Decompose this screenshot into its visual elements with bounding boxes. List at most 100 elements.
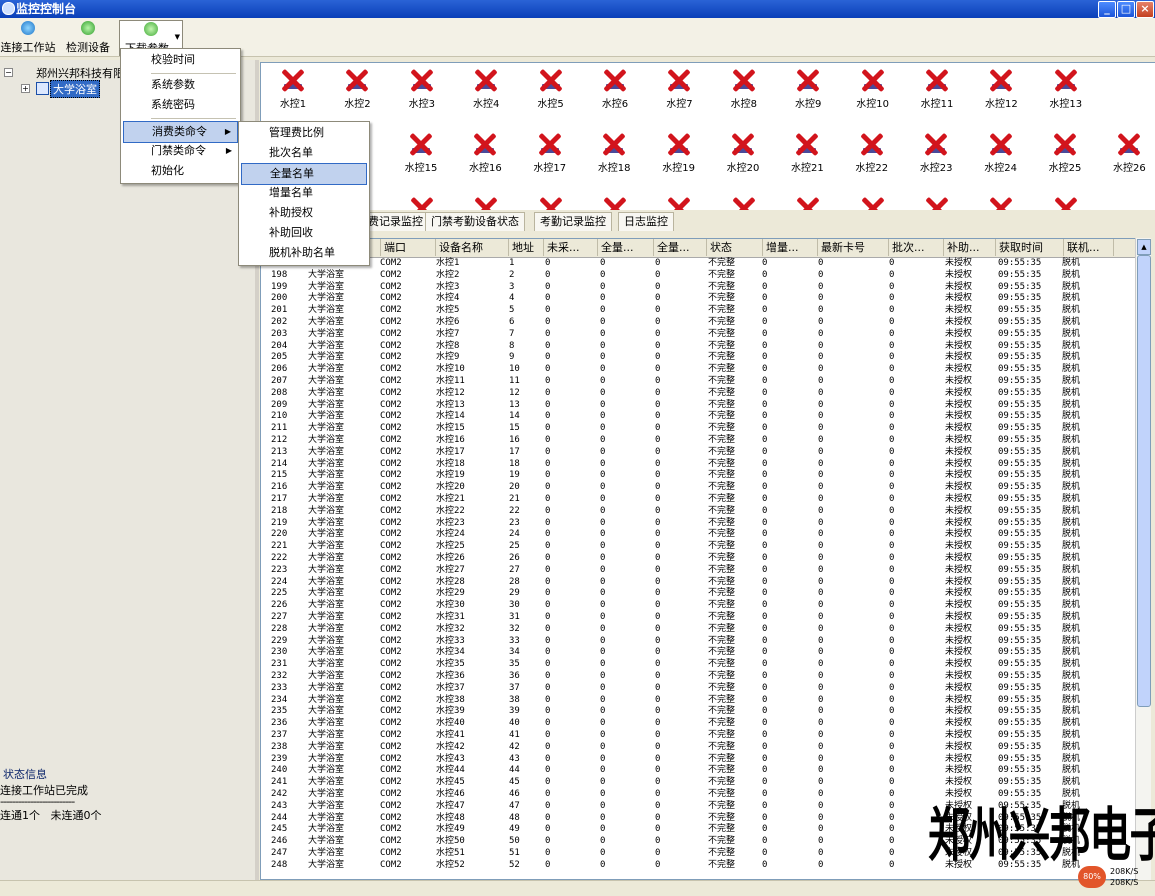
table-row[interactable]: 208 大学浴室 COM2 水控12 12 0 0 0 不完整 0 0 0 未授权 09:55:35 脱机 <box>261 388 1136 400</box>
device-tile[interactable]: 水控4 <box>456 68 516 110</box>
table-row[interactable]: 232 大学浴室 COM2 水控36 36 0 0 0 不完整 0 0 0 未授权 09:55:35 脱机 <box>261 671 1136 683</box>
menu-item-subsidy-recover[interactable]: 补助回收 <box>241 223 367 243</box>
column-header[interactable]: 全量... <box>598 239 654 256</box>
device-tile[interactable]: 水控9 <box>778 68 838 110</box>
table-row[interactable]: 216 大学浴室 COM2 水控20 20 0 0 0 不完整 0 0 0 未授权 09:55:35 脱机 <box>261 482 1136 494</box>
device-tile[interactable]: 水控23 <box>906 132 966 174</box>
device-tile[interactable]: 水控7 <box>649 68 709 110</box>
menu-item-subsidy-authorize[interactable]: 补助授权 <box>241 203 367 223</box>
detect-device-button[interactable]: 检测设备 <box>62 20 114 54</box>
table-row[interactable]: 239 大学浴室 COM2 水控43 43 0 0 0 不完整 0 0 0 未授权 09:55:35 脱机 <box>261 754 1136 766</box>
table-row[interactable]: 219 大学浴室 COM2 水控23 23 0 0 0 不完整 0 0 0 未授权 09:55:35 脱机 <box>261 518 1136 530</box>
dropdown-arrow-icon[interactable]: ▼ <box>175 33 180 41</box>
device-tile[interactable]: 水控10 <box>843 68 903 110</box>
device-tile[interactable]: 水控22 <box>842 132 902 174</box>
tab-log-monitor[interactable]: 日志监控 <box>618 212 674 231</box>
column-header[interactable]: 设备名称 <box>436 239 509 256</box>
device-tile[interactable]: 水控5 <box>521 68 581 110</box>
table-row[interactable]: 210 大学浴室 COM2 水控14 14 0 0 0 不完整 0 0 0 未授权 09:55:35 脱机 <box>261 411 1136 423</box>
collapse-icon[interactable]: − <box>4 68 13 77</box>
column-header[interactable]: 补助... <box>944 239 996 256</box>
scroll-thumb[interactable] <box>1137 255 1151 707</box>
table-row[interactable]: 233 大学浴室 COM2 水控37 37 0 0 0 不完整 0 0 0 未授权 09:55:35 脱机 <box>261 683 1136 695</box>
table-row[interactable]: 234 大学浴室 COM2 水控38 38 0 0 0 不完整 0 0 0 未授权 09:55:35 脱机 <box>261 695 1136 707</box>
table-row[interactable]: 224 大学浴室 COM2 水控28 28 0 0 0 不完整 0 0 0 未授权 09:55:35 脱机 <box>261 577 1136 589</box>
device-tile[interactable]: 水控12 <box>971 68 1031 110</box>
table-row[interactable]: 199 大学浴室 COM2 水控3 3 0 0 0 不完整 0 0 0 未授权 09:55:35 脱机 <box>261 282 1136 294</box>
table-row[interactable]: 235 大学浴室 COM2 水控39 39 0 0 0 不完整 0 0 0 未授权 09:55:35 脱机 <box>261 706 1136 718</box>
table-row[interactable]: 240 大学浴室 COM2 水控44 44 0 0 0 不完整 0 0 0 未授权 09:55:35 脱机 <box>261 765 1136 777</box>
column-header[interactable]: 最新卡号 <box>818 239 889 256</box>
table-row[interactable]: 220 大学浴室 COM2 水控24 24 0 0 0 不完整 0 0 0 未授权 09:55:35 脱机 <box>261 529 1136 541</box>
menu-item-full-list[interactable]: 全量名单 <box>241 163 367 185</box>
device-tile[interactable]: 水控1 <box>263 68 323 110</box>
table-row[interactable]: 227 大学浴室 COM2 水控31 31 0 0 0 不完整 0 0 0 未授权 09:55:35 脱机 <box>261 612 1136 624</box>
tree-root[interactable]: 郑州兴邦科技有限 <box>36 65 124 81</box>
column-header[interactable]: 未采... <box>544 239 598 256</box>
menu-item-management-fee[interactable]: 管理费比例 <box>241 123 367 143</box>
connect-workstation-button[interactable]: 连接工作站 <box>0 20 56 54</box>
device-tile[interactable]: 水控13 <box>1036 68 1096 110</box>
device-tile[interactable]: 水控25 <box>1035 132 1095 174</box>
device-tile[interactable]: 水控15 <box>391 132 451 174</box>
tab-access-device-status[interactable]: 门禁考勤设备状态 <box>425 212 525 231</box>
table-row[interactable]: 201 大学浴室 COM2 水控5 5 0 0 0 不完整 0 0 0 未授权 09:55:35 脱机 <box>261 305 1136 317</box>
device-tile[interactable]: 水控20 <box>713 132 773 174</box>
table-row[interactable]: 238 大学浴室 COM2 水控42 42 0 0 0 不完整 0 0 0 未授权 09:55:35 脱机 <box>261 742 1136 754</box>
tab-consumption-records[interactable]: 费记录监控 <box>362 212 429 231</box>
maximize-button[interactable]: □ <box>1117 1 1135 18</box>
table-row[interactable]: 215 大学浴室 COM2 水控19 19 0 0 0 不完整 0 0 0 未授权 09:55:35 脱机 <box>261 470 1136 482</box>
menu-item-system-params[interactable]: 系统参数 <box>123 75 238 95</box>
table-row[interactable]: 229 大学浴室 COM2 水控33 33 0 0 0 不完整 0 0 0 未授权 09:55:35 脱机 <box>261 636 1136 648</box>
column-header[interactable]: 增量... <box>763 239 818 256</box>
table-row[interactable]: 205 大学浴室 COM2 水控9 9 0 0 0 不完整 0 0 0 未授权 09:55:35 脱机 <box>261 352 1136 364</box>
device-tile[interactable]: 水控21 <box>777 132 837 174</box>
table-row[interactable]: 202 大学浴室 COM2 水控6 6 0 0 0 不完整 0 0 0 未授权 09:55:35 脱机 <box>261 317 1136 329</box>
table-row[interactable]: 198 大学浴室 COM2 水控2 2 0 0 0 不完整 0 0 0 未授权 09:55:35 脱机 <box>261 270 1136 282</box>
table-row[interactable]: 236 大学浴室 COM2 水控40 40 0 0 0 不完整 0 0 0 未授权 09:55:35 脱机 <box>261 718 1136 730</box>
table-row[interactable]: 213 大学浴室 COM2 水控17 17 0 0 0 不完整 0 0 0 未授权 09:55:35 脱机 <box>261 447 1136 459</box>
column-header[interactable]: 状态 <box>707 239 763 256</box>
device-tile[interactable]: 水控24 <box>971 132 1031 174</box>
table-row[interactable]: 206 大学浴室 COM2 水控10 10 0 0 0 不完整 0 0 0 未授权 09:55:35 脱机 <box>261 364 1136 376</box>
table-row[interactable]: 204 大学浴室 COM2 水控8 8 0 0 0 不完整 0 0 0 未授权 09:55:35 脱机 <box>261 341 1136 353</box>
tree-node-bathroom[interactable]: 大学浴室 <box>50 80 100 98</box>
tab-attendance-records[interactable]: 考勤记录监控 <box>534 212 612 231</box>
vertical-scrollbar[interactable]: ▲ <box>1135 238 1151 880</box>
table-row[interactable]: 203 大学浴室 COM2 水控7 7 0 0 0 不完整 0 0 0 未授权 09:55:35 脱机 <box>261 329 1136 341</box>
menu-item-batch-list[interactable]: 批次名单 <box>241 143 367 163</box>
device-tile[interactable]: 水控6 <box>585 68 645 110</box>
menu-item-incremental-list[interactable]: 增量名单 <box>241 183 367 203</box>
table-row[interactable]: 223 大学浴室 COM2 水控27 27 0 0 0 不完整 0 0 0 未授权 09:55:35 脱机 <box>261 565 1136 577</box>
table-row[interactable]: 226 大学浴室 COM2 水控30 30 0 0 0 不完整 0 0 0 未授权 09:55:35 脱机 <box>261 600 1136 612</box>
table-row[interactable]: 207 大学浴室 COM2 水控11 11 0 0 0 不完整 0 0 0 未授权 09:55:35 脱机 <box>261 376 1136 388</box>
device-tile[interactable]: 水控11 <box>907 68 967 110</box>
table-row[interactable]: 225 大学浴室 COM2 水控29 29 0 0 0 不完整 0 0 0 未授权 09:55:35 脱机 <box>261 588 1136 600</box>
column-header[interactable]: 批次... <box>889 239 944 256</box>
table-row[interactable]: 217 大学浴室 COM2 水控21 21 0 0 0 不完整 0 0 0 未授权 09:55:35 脱机 <box>261 494 1136 506</box>
menu-item-consumption-commands[interactable]: 消费类命令 ▶ <box>123 121 238 143</box>
minimize-button[interactable]: _ <box>1098 1 1116 18</box>
table-row[interactable]: 230 大学浴室 COM2 水控34 34 0 0 0 不完整 0 0 0 未授权 09:55:35 脱机 <box>261 647 1136 659</box>
menu-item-system-password[interactable]: 系统密码 <box>123 95 238 115</box>
device-tile[interactable]: 水控16 <box>455 132 515 174</box>
menu-item-verify-time[interactable]: 校验时间 <box>123 50 238 70</box>
menu-item-offline-subsidy-list[interactable]: 脱机补助名单 <box>241 243 367 263</box>
table-row[interactable]: 237 大学浴室 COM2 水控41 41 0 0 0 不完整 0 0 0 未授权 09:55:35 脱机 <box>261 730 1136 742</box>
table-row[interactable]: 211 大学浴室 COM2 水控15 15 0 0 0 不完整 0 0 0 未授权 09:55:35 脱机 <box>261 423 1136 435</box>
expand-icon[interactable]: + <box>21 84 30 93</box>
table-row[interactable]: 218 大学浴室 COM2 水控22 22 0 0 0 不完整 0 0 0 未授权 09:55:35 脱机 <box>261 506 1136 518</box>
table-row[interactable]: 200 大学浴室 COM2 水控4 4 0 0 0 不完整 0 0 0 未授权 09:55:35 脱机 <box>261 293 1136 305</box>
table-row[interactable]: 231 大学浴室 COM2 水控35 35 0 0 0 不完整 0 0 0 未授权 09:55:35 脱机 <box>261 659 1136 671</box>
table-row[interactable]: 221 大学浴室 COM2 水控25 25 0 0 0 不完整 0 0 0 未授权 09:55:35 脱机 <box>261 541 1136 553</box>
device-tile[interactable]: 水控8 <box>714 68 774 110</box>
device-tile[interactable]: 水控19 <box>649 132 709 174</box>
menu-item-access-commands[interactable]: 门禁类命令 ▶ <box>123 141 238 161</box>
column-header[interactable]: 端口 <box>381 239 436 256</box>
table-row[interactable]: 209 大学浴室 COM2 水控13 13 0 0 0 不完整 0 0 0 未授权 09:55:35 脱机 <box>261 400 1136 412</box>
column-header[interactable]: 联机... <box>1064 239 1114 256</box>
scroll-up-icon[interactable]: ▲ <box>1137 239 1151 255</box>
table-row[interactable]: 214 大学浴室 COM2 水控18 18 0 0 0 不完整 0 0 0 未授权 09:55:35 脱机 <box>261 459 1136 471</box>
device-tile[interactable]: 水控26 <box>1099 132 1155 174</box>
table-row[interactable]: 222 大学浴室 COM2 水控26 26 0 0 0 不完整 0 0 0 未授权 09:55:35 脱机 <box>261 553 1136 565</box>
